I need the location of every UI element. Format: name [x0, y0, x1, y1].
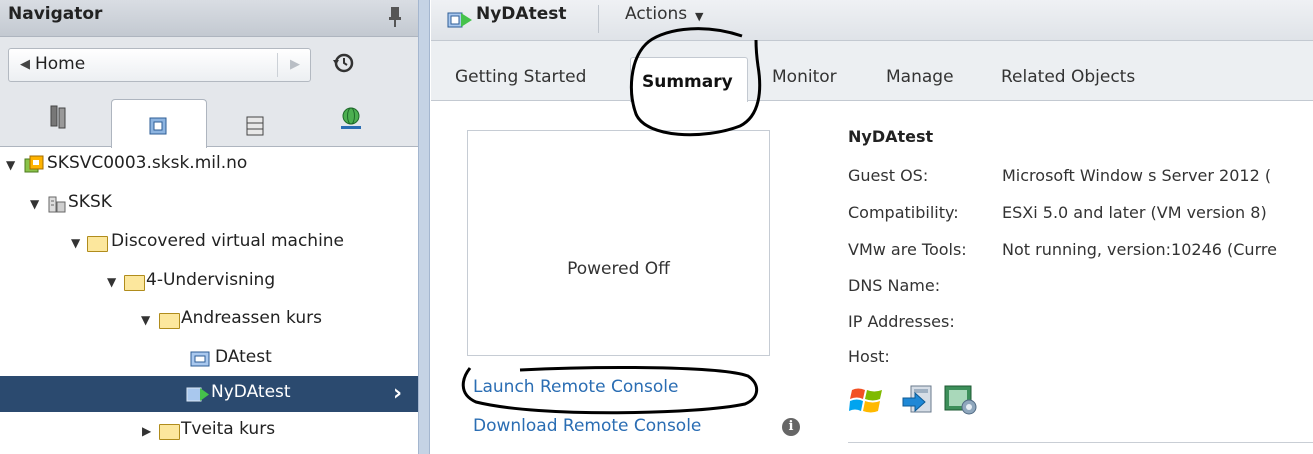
tab-monitor[interactable]: Monitor: [772, 67, 837, 87]
main-panel: NyDAtest Actions ▼ Getting Started Summa…: [431, 0, 1313, 454]
folder-icon: [159, 313, 180, 329]
back-arrow-icon[interactable]: ◀: [20, 57, 30, 72]
collapse-caret-icon[interactable]: ▶: [142, 424, 151, 438]
vm-name-heading: NyDAtest: [848, 127, 934, 146]
expand-caret-icon[interactable]: ▼: [71, 236, 80, 250]
tree-item[interactable]: ▼ Andreassen kurs: [0, 302, 418, 338]
console-preview[interactable]: Powered Off: [467, 130, 770, 356]
actions-menu[interactable]: Actions: [625, 4, 687, 24]
compatibility-value: ESXi 5.0 and later (VM version 8): [1002, 203, 1267, 222]
navigator-panel: Navigator ◀ Home ▶ ▼ SKSVC0003.sksk.mil.…: [0, 0, 418, 454]
tree-item[interactable]: ▶ Tveita kurs: [0, 413, 418, 449]
home-label: Home: [35, 54, 86, 74]
vmware-tools-label: VMw are Tools:: [848, 240, 967, 259]
vms-templates-icon[interactable]: [148, 114, 170, 138]
tree-item-label: Discovered virtual machine: [111, 231, 345, 251]
navigator-header: Navigator: [0, 0, 418, 37]
guest-os-value: Microsoft Window s Server 2012 (: [1002, 166, 1272, 185]
chevron-right-icon[interactable]: ›: [393, 381, 402, 406]
divider: [848, 442, 1313, 443]
vm-icon: [447, 12, 472, 28]
tree-item[interactable]: DAtest: [0, 341, 418, 377]
expand-caret-icon[interactable]: ▼: [141, 313, 150, 327]
tree-item[interactable]: ▼ 4-Undervisning: [0, 264, 418, 300]
page-title: NyDAtest: [476, 4, 567, 24]
navigator-title: Navigator: [8, 4, 103, 24]
expand-caret-icon[interactable]: ▼: [30, 197, 39, 211]
power-status: Powered Off: [567, 259, 670, 279]
tab-related-objects[interactable]: Related Objects: [1001, 67, 1135, 87]
expand-caret-icon[interactable]: ▼: [107, 275, 116, 289]
tree-item-label: SKSVC0003.sksk.mil.no: [47, 153, 248, 173]
tab-bar: Getting Started Summary Monitor Manage R…: [431, 41, 1313, 102]
tree-item-selected[interactable]: NyDAtest ›: [0, 376, 418, 412]
tree-item-label: DAtest: [215, 347, 272, 367]
dns-name-label: DNS Name:: [848, 276, 941, 295]
forward-arrow-icon[interactable]: ▶: [290, 57, 300, 72]
hosts-clusters-icon[interactable]: [48, 105, 70, 129]
main-header: NyDAtest Actions ▼: [431, 0, 1313, 41]
tree-item[interactable]: ▼ SKSVC0003.sksk.mil.no: [0, 147, 418, 183]
pin-icon[interactable]: [387, 5, 403, 29]
tree-item-label: NyDAtest: [211, 382, 291, 402]
vm-icon: [186, 387, 209, 402]
tree-item[interactable]: ▼ Discovered virtual machine: [0, 225, 418, 261]
storage-icon[interactable]: [245, 114, 267, 138]
tab-summary[interactable]: Summary: [642, 72, 733, 92]
tree-item-label: 4-Undervisning: [146, 270, 276, 290]
folder-icon: [124, 275, 145, 291]
tree-item-label: Andreassen kurs: [181, 308, 322, 328]
compatibility-label: Compatibility:: [848, 203, 959, 222]
navigator-icon-tabs: [0, 91, 418, 148]
tree-item-label: Tveita kurs: [181, 419, 276, 439]
info-icon[interactable]: i: [782, 418, 800, 436]
divider: [598, 5, 599, 33]
vmware-tools-value: Not running, version:10246 (Curre: [1002, 240, 1277, 259]
home-button[interactable]: ◀ Home ▶: [8, 48, 311, 82]
home-row: ◀ Home ▶: [0, 37, 418, 91]
networking-icon[interactable]: [340, 106, 362, 130]
tab-getting-started[interactable]: Getting Started: [455, 67, 586, 87]
tree-item[interactable]: ▼ SKSK: [0, 186, 418, 222]
divider: [277, 53, 278, 77]
launch-remote-console-link[interactable]: Launch Remote Console: [473, 377, 678, 397]
vm-icon: [190, 351, 210, 367]
guest-os-label: Guest OS:: [848, 166, 929, 185]
panel-splitter[interactable]: [418, 0, 430, 454]
expand-caret-icon[interactable]: ▼: [6, 158, 15, 172]
host-label: Host:: [848, 347, 890, 366]
folder-icon: [159, 424, 180, 440]
ip-addresses-label: IP Addresses:: [848, 312, 955, 331]
vmware-tools-icon: [902, 385, 932, 413]
datacenter-icon: [48, 196, 66, 213]
tree-item-label: SKSK: [68, 192, 112, 212]
history-icon[interactable]: [331, 51, 355, 75]
tab-manage[interactable]: Manage: [886, 67, 954, 87]
download-remote-console-link[interactable]: Download Remote Console: [473, 416, 701, 436]
windows-logo-icon: [849, 388, 882, 413]
vcenter-icon: [24, 155, 44, 173]
folder-icon: [87, 236, 108, 252]
chevron-down-icon[interactable]: ▼: [695, 10, 703, 23]
vm-compatibility-icon: [944, 385, 977, 415]
